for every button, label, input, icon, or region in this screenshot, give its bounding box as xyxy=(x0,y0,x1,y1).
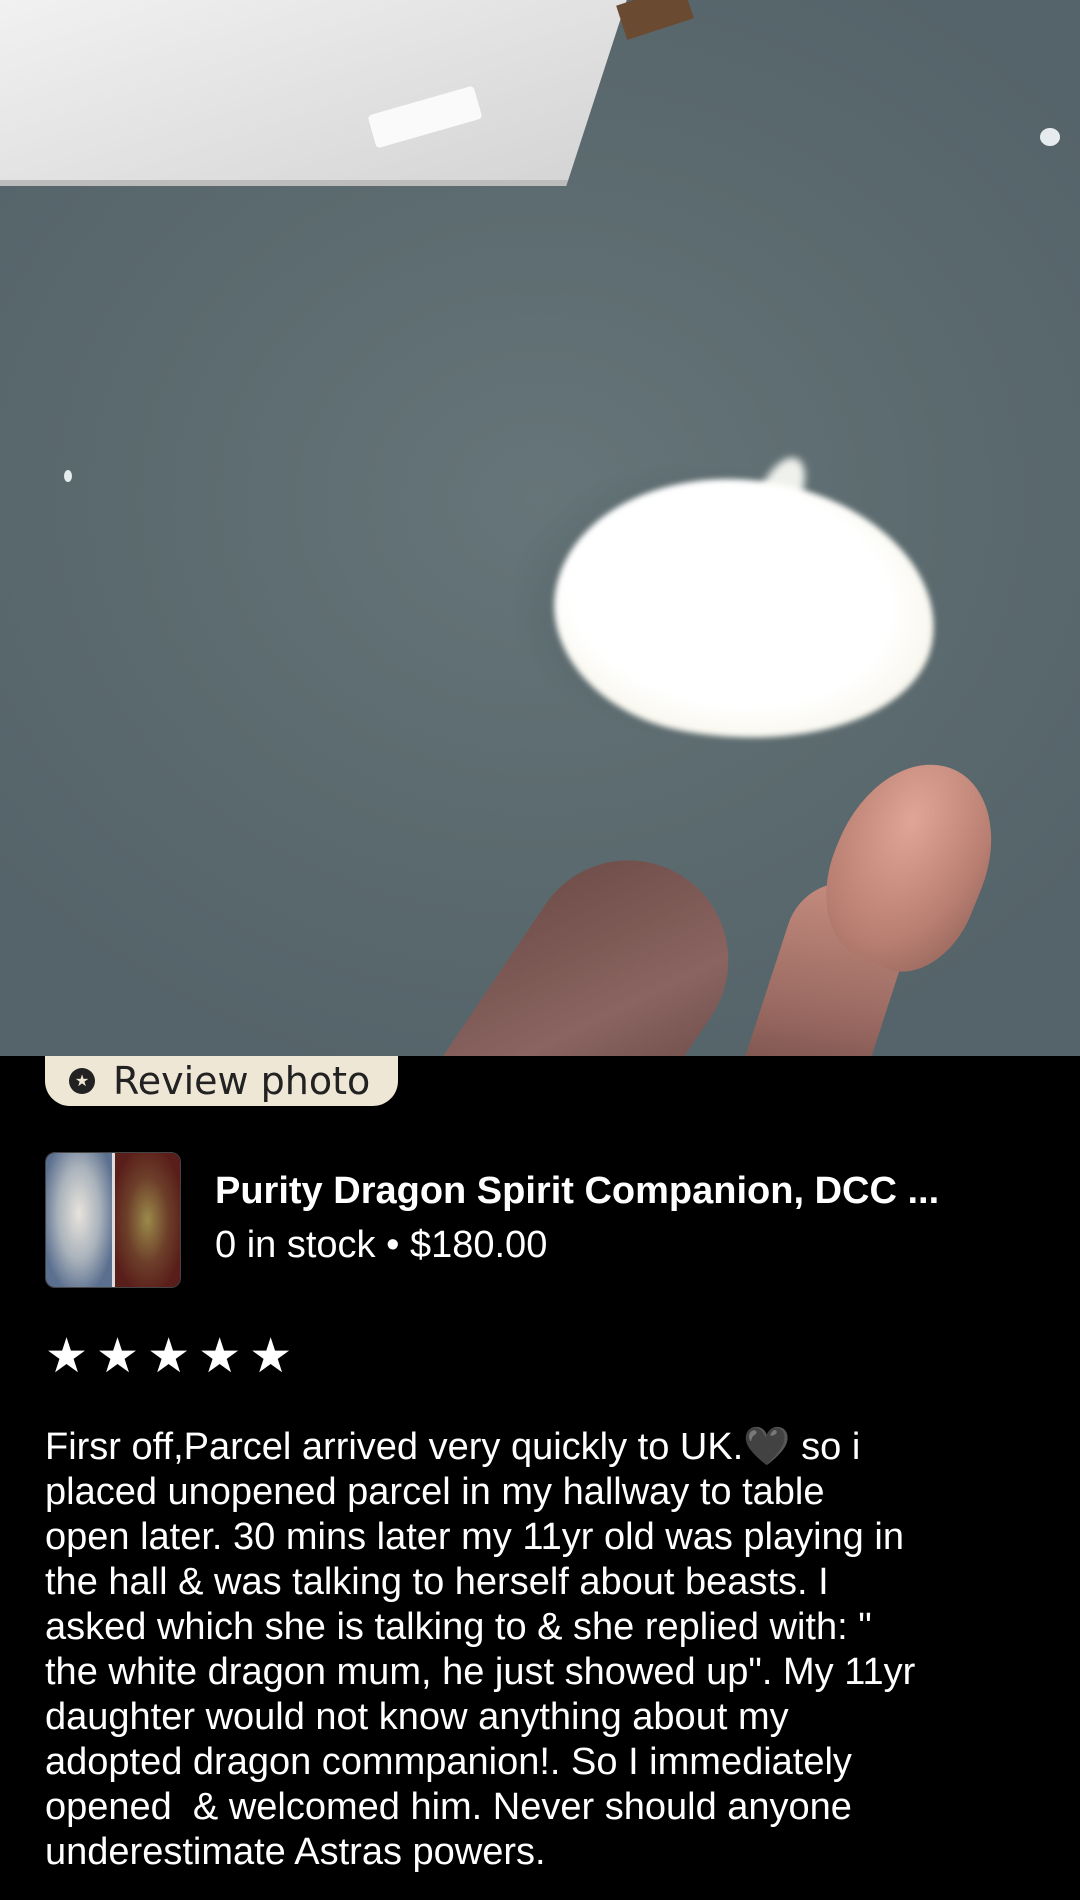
leg-left xyxy=(400,821,768,1056)
star-icon: ★ xyxy=(45,1328,89,1384)
product-title[interactable]: Purity Dragon Spirit Companion, DCC ... xyxy=(215,1170,1035,1213)
meta-separator: • xyxy=(386,1224,400,1266)
light-orb xyxy=(535,448,955,772)
review-text: Firsr off,Parcel arrived very quickly to… xyxy=(45,1426,916,1873)
product-thumbnail[interactable] xyxy=(45,1152,181,1288)
carpet-speck xyxy=(1040,128,1060,146)
review-photo[interactable] xyxy=(0,0,1080,1056)
star-icon: ★ xyxy=(147,1328,191,1384)
stock-status: 0 in stock xyxy=(215,1224,376,1266)
thumbnail-companion xyxy=(111,1153,180,1287)
thumbnail-white-dragon xyxy=(46,1153,112,1287)
product-meta: 0 in stock • $180.00 xyxy=(215,1224,547,1267)
star-icon: ★ xyxy=(249,1328,293,1384)
review-photo-badge: ★ Review photo xyxy=(45,1056,398,1106)
star-rating: ★ ★ ★ ★ ★ xyxy=(45,1332,292,1380)
door-frame xyxy=(616,0,694,40)
star-badge-icon: ★ xyxy=(69,1068,95,1094)
product-card[interactable]: Purity Dragon Spirit Companion, DCC ... … xyxy=(45,1152,1035,1288)
product-price: $180.00 xyxy=(409,1224,548,1266)
review-photo-label: Review photo xyxy=(113,1059,371,1103)
star-icon: ★ xyxy=(96,1328,140,1384)
carpet-speck xyxy=(64,470,72,482)
star-icon: ★ xyxy=(198,1328,242,1384)
ceiling-area xyxy=(0,0,631,186)
